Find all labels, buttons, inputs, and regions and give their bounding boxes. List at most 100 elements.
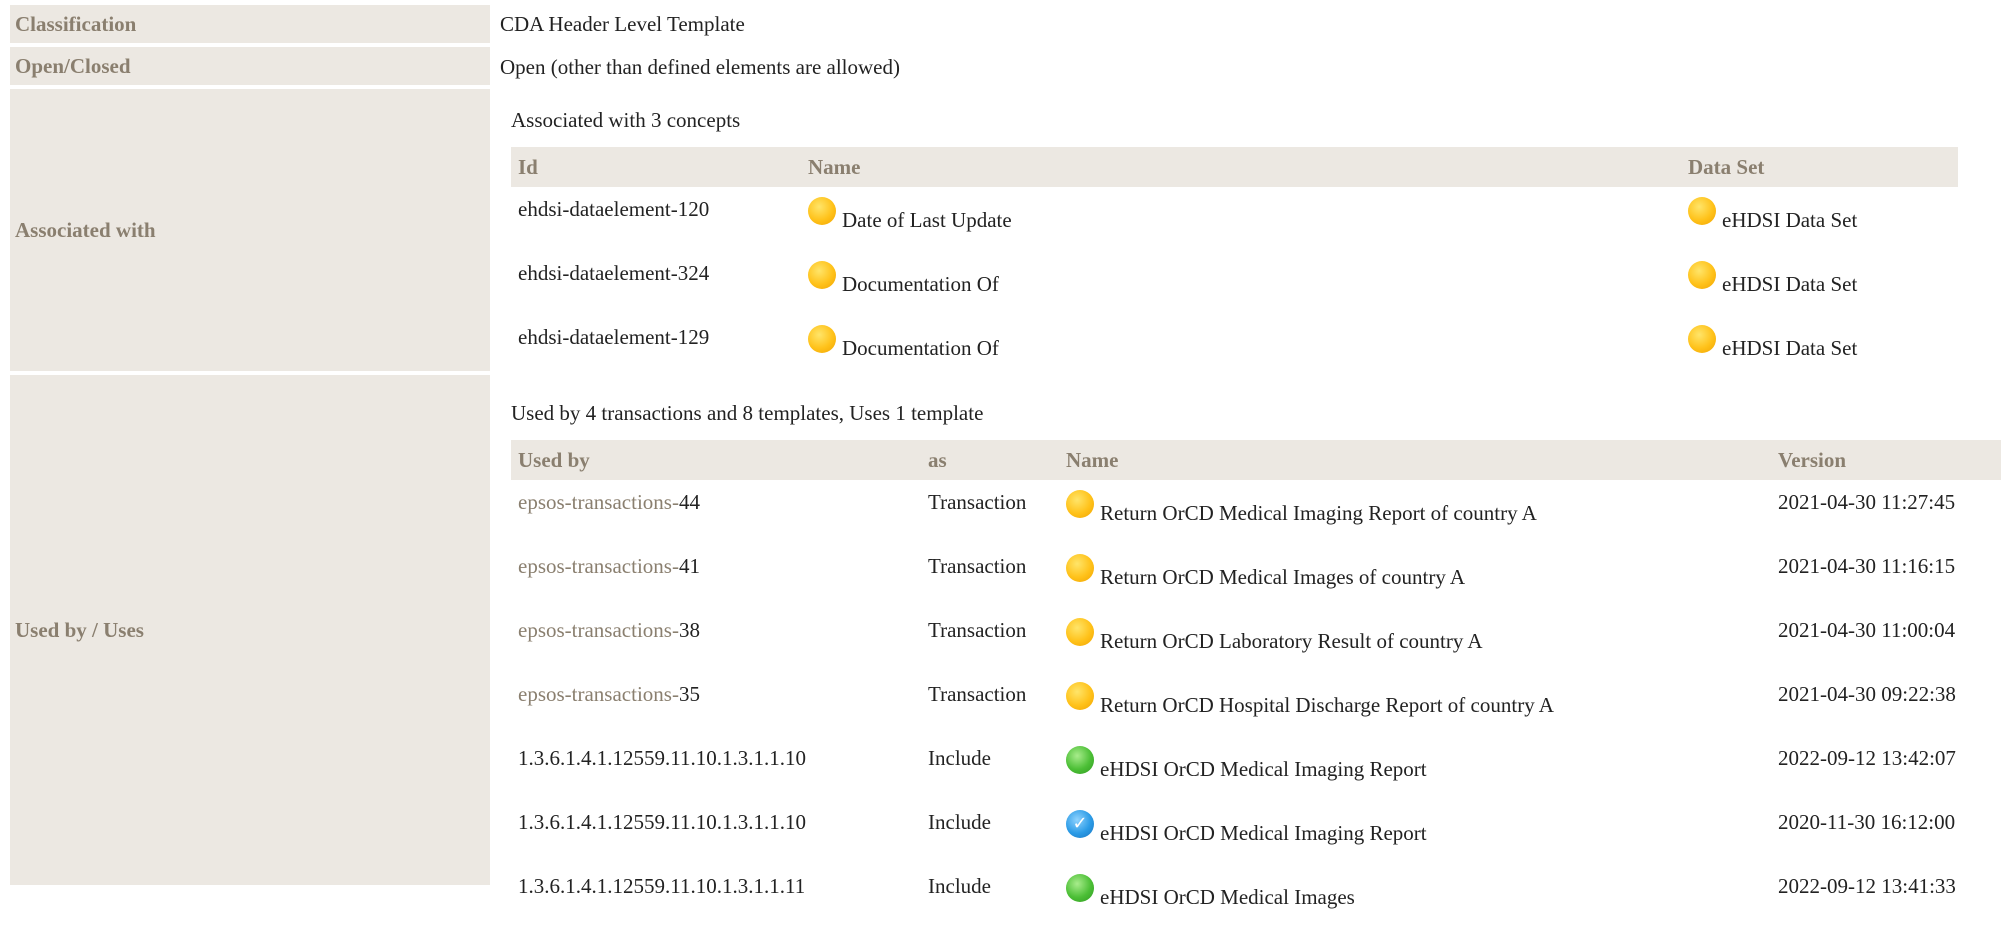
yellow-status-icon [1688,325,1716,353]
table-row: epsos-transactions-44 Transaction Return… [511,480,2001,544]
table-row: 1.3.6.1.4.1.12559.11.10.1.3.1.1.10 Inclu… [511,800,2001,864]
concept-dataset[interactable]: eHDSI Data Set [1722,272,1857,296]
yellow-status-icon [1066,490,1094,518]
concept-dataset[interactable]: eHDSI Data Set [1722,208,1857,232]
yellow-status-icon [1066,554,1094,582]
concept-name[interactable]: Documentation Of [842,272,999,296]
yellow-status-icon [1066,618,1094,646]
used-by-prefix[interactable]: epsos-transactions- [518,682,679,706]
used-by-oid[interactable]: 1.3.6.1.4.1.12559.11.10.1.3.1.1.11 [511,864,921,928]
used-version: 2020-11-30 16:12:00 [1778,810,1956,834]
used-name-cell[interactable]: Return OrCD Medical Images of country A [1059,544,1771,608]
used-by-link[interactable]: epsos-transactions-35 [511,672,921,736]
used-as: Transaction [928,682,1027,706]
open-closed-label-text: Open/Closed [15,53,131,78]
used-name-cell[interactable]: Return OrCD Hospital Discharge Report of… [1059,672,1771,736]
used-version: 2021-04-30 09:22:38 [1778,682,1956,706]
col-version: Version [1771,440,2001,480]
used-as: Include [928,746,991,770]
table-row: 1.3.6.1.4.1.12559.11.10.1.3.1.1.11 Inclu… [511,864,2001,928]
green-status-icon [1066,874,1094,902]
concept-name-cell[interactable]: Documentation Of [801,251,1681,315]
used-as: Transaction [928,490,1027,514]
used-as: Transaction [928,618,1027,642]
used-name-cell[interactable]: Return OrCD Laboratory Result of country… [1059,608,1771,672]
used-by-oid[interactable]: 1.3.6.1.4.1.12559.11.10.1.3.1.1.10 [511,800,921,864]
concept-dataset[interactable]: eHDSI Data Set [1722,336,1857,360]
used-by-number[interactable]: 38 [679,618,700,642]
col-name: Name [801,147,1681,187]
concept-dataset-cell[interactable]: eHDSI Data Set [1681,251,1958,315]
classification-value: CDA Header Level Template [500,12,745,36]
col-id: Id [511,147,801,187]
concept-dataset-cell[interactable]: eHDSI Data Set [1681,315,1958,379]
table-row: 1.3.6.1.4.1.12559.11.10.1.3.1.1.10 Inclu… [511,736,2001,800]
used-by-oid[interactable]: 1.3.6.1.4.1.12559.11.10.1.3.1.1.10 [511,736,921,800]
table-row: ehdsi-dataelement-120 Date of Last Updat… [511,187,1958,251]
table-row: epsos-transactions-38 Transaction Return… [511,608,2001,672]
used-name[interactable]: Return OrCD Laboratory Result of country… [1100,629,1483,653]
table-row: epsos-transactions-41 Transaction Return… [511,544,2001,608]
used-by-number[interactable]: 35 [679,682,700,706]
open-closed-label: Open/Closed [10,47,490,85]
yellow-status-icon [808,325,836,353]
used-by-prefix[interactable]: epsos-transactions- [518,490,679,514]
used-by-prefix[interactable]: epsos-transactions- [518,554,679,578]
used-as: Transaction [928,554,1027,578]
concept-id[interactable]: ehdsi-dataelement-129 [511,315,801,379]
yellow-status-icon [1066,682,1094,710]
used-version: 2022-09-12 13:42:07 [1778,746,1956,770]
concept-dataset-cell[interactable]: eHDSI Data Set [1681,187,1958,251]
used-by-summary: Used by 4 transactions and 8 templates, … [511,401,984,425]
used-by-number[interactable]: 41 [679,554,700,578]
col-name: Name [1059,440,1771,480]
yellow-status-icon [808,197,836,225]
used-by-label: Used by / Uses [10,375,490,885]
used-by-label-text: Used by / Uses [15,617,144,642]
used-version: 2021-04-30 11:16:15 [1778,554,1956,578]
used-by-link[interactable]: epsos-transactions-44 [511,480,921,544]
associated-summary: Associated with 3 concepts [511,108,741,132]
used-name[interactable]: Return OrCD Medical Images of country A [1100,565,1465,589]
yellow-status-icon [808,261,836,289]
classification-label: Classification [10,5,490,43]
table-row: ehdsi-dataelement-324 Documentation Of e… [511,251,1958,315]
col-used-by: Used by [511,440,921,480]
concept-id[interactable]: ehdsi-dataelement-120 [511,187,801,251]
classification-label-text: Classification [15,11,137,36]
yellow-status-icon [1688,197,1716,225]
used-by-table: Used by as Name Version epsos-transactio… [511,440,2001,928]
used-as: Include [928,874,991,898]
used-name[interactable]: Return OrCD Medical Imaging Report of co… [1100,501,1537,525]
green-status-icon [1066,746,1094,774]
used-version: 2021-04-30 11:00:04 [1778,618,1956,642]
used-name[interactable]: Return OrCD Hospital Discharge Report of… [1100,693,1554,717]
used-name[interactable]: eHDSI OrCD Medical Images [1100,885,1355,909]
template-details-page: Classification CDA Header Level Template… [0,0,2004,909]
used-by-number[interactable]: 44 [679,490,700,514]
col-as: as [921,440,1059,480]
table-row: epsos-transactions-35 Transaction Return… [511,672,2001,736]
associated-with-label-text: Associated with [15,217,156,242]
blue-check-icon: ✓ [1066,810,1094,838]
used-name-cell[interactable]: Return OrCD Medical Imaging Report of co… [1059,480,1771,544]
used-name-cell[interactable]: eHDSI OrCD Medical Imaging Report [1059,736,1771,800]
used-name-cell[interactable]: ✓ eHDSI OrCD Medical Imaging Report [1059,800,1771,864]
open-closed-value: Open (other than defined elements are al… [500,55,900,79]
concept-name[interactable]: Date of Last Update [842,208,1012,232]
concept-name-cell[interactable]: Date of Last Update [801,187,1681,251]
concept-id[interactable]: ehdsi-dataelement-324 [511,251,801,315]
used-name[interactable]: eHDSI OrCD Medical Imaging Report [1100,821,1427,845]
used-as: Include [928,810,991,834]
used-by-prefix[interactable]: epsos-transactions- [518,618,679,642]
used-name-cell[interactable]: eHDSI OrCD Medical Images [1059,864,1771,928]
associated-concepts-table: Id Name Data Set ehdsi-dataelement-120 D… [511,147,1958,379]
concept-name[interactable]: Documentation Of [842,336,999,360]
yellow-status-icon [1688,261,1716,289]
col-dataset: Data Set [1681,147,1958,187]
concept-name-cell[interactable]: Documentation Of [801,315,1681,379]
used-version: 2022-09-12 13:41:33 [1778,874,1956,898]
used-by-link[interactable]: epsos-transactions-38 [511,608,921,672]
used-by-link[interactable]: epsos-transactions-41 [511,544,921,608]
used-name[interactable]: eHDSI OrCD Medical Imaging Report [1100,757,1427,781]
